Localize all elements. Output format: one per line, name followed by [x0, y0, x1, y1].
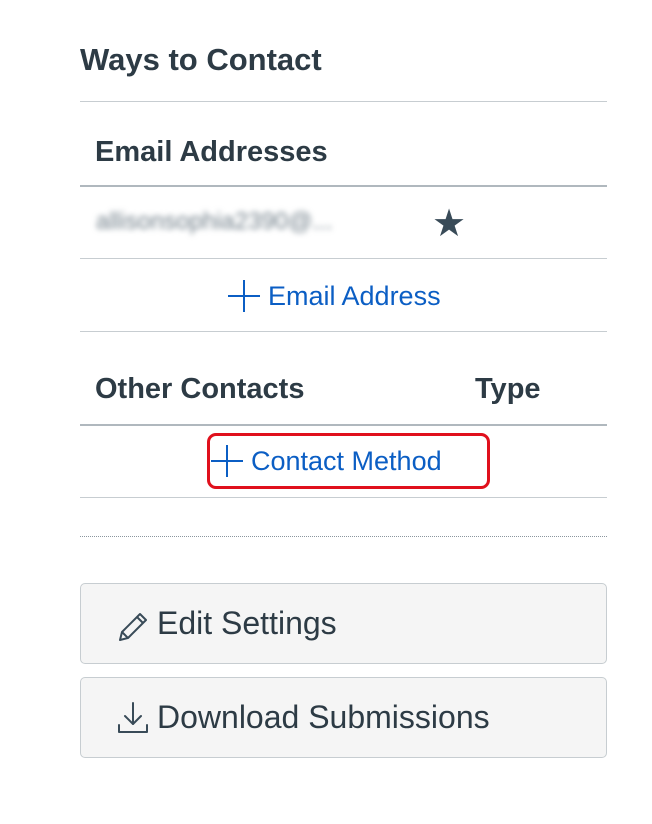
plus-icon [228, 280, 260, 312]
divider [80, 258, 607, 259]
section-title: Ways to Contact [80, 42, 322, 77]
download-submissions-button[interactable]: Download Submissions [80, 677, 607, 758]
star-icon: ★ [432, 203, 467, 245]
divider [80, 497, 607, 498]
add-email-address-link[interactable]: Email Address [226, 278, 441, 314]
divider [80, 424, 607, 426]
email-address[interactable]: allisonsophia2390@... [96, 208, 333, 236]
dotted-separator [80, 536, 607, 537]
add-email-address-label: Email Address [268, 280, 441, 311]
edit-settings-label: Edit Settings [157, 605, 337, 641]
pencil-icon [119, 612, 147, 641]
divider [80, 185, 607, 187]
email-addresses-header: Email Addresses [95, 136, 328, 168]
other-contacts-header: Other Contacts [95, 373, 305, 405]
highlight-box [207, 433, 490, 489]
edit-settings-button[interactable]: Edit Settings [80, 583, 607, 664]
type-header: Type [475, 373, 541, 405]
download-submissions-label: Download Submissions [157, 699, 490, 735]
divider [80, 331, 607, 332]
download-icon [118, 701, 148, 733]
divider [80, 101, 607, 102]
